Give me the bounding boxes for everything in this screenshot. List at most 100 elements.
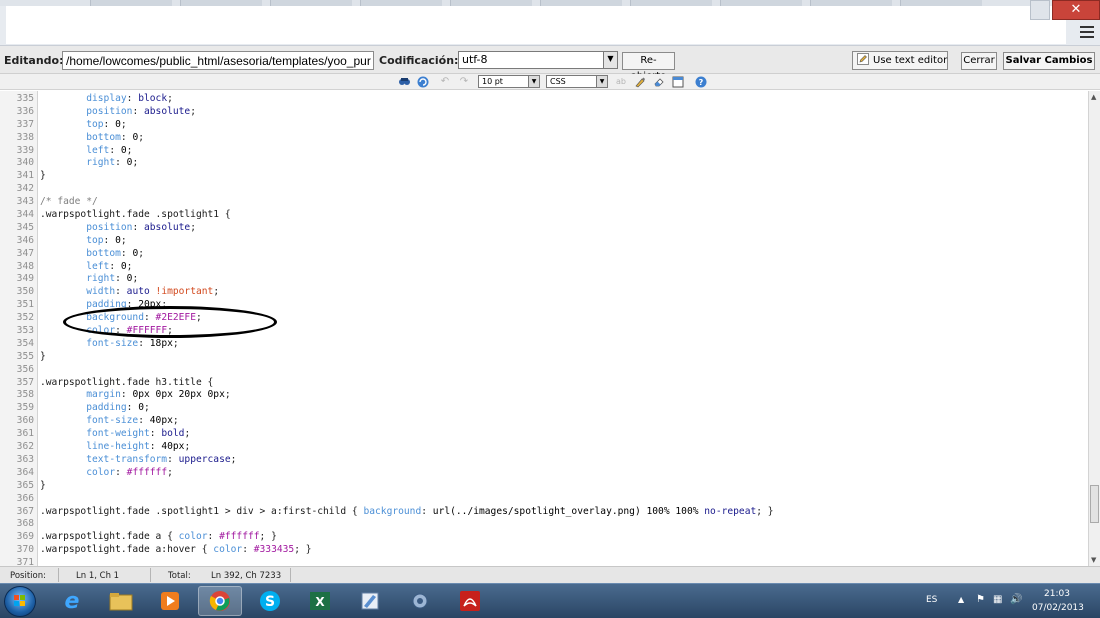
code-line[interactable]: 347 bottom: 0; [0, 248, 1088, 261]
code-token: font-size [86, 415, 139, 427]
code-line[interactable]: 350 width: auto !important; [0, 286, 1088, 299]
code-line[interactable]: 363 text-transform: uppercase; [0, 454, 1088, 467]
code-line[interactable]: 342 [0, 183, 1088, 196]
reopen-button[interactable]: Re-abierto [622, 52, 675, 82]
menu-icon[interactable] [1080, 26, 1094, 38]
windows-logo-icon [14, 595, 25, 606]
code-line[interactable]: 345 position: absolute; [0, 222, 1088, 235]
code-token: .warpspotlight.fade .spotlight1 [40, 209, 225, 221]
show-hidden-icons[interactable]: ▲ [958, 595, 964, 604]
folder-icon [109, 593, 133, 611]
font-size-select[interactable]: 10 pt ▼ [478, 75, 540, 88]
vertical-scrollbar[interactable]: ▲ ▼ [1088, 91, 1100, 566]
code-line[interactable]: 346 top: 0; [0, 235, 1088, 248]
code-line[interactable]: 338 bottom: 0; [0, 132, 1088, 145]
code-line[interactable]: 368 [0, 518, 1088, 531]
undo-icon[interactable]: ↶ [438, 75, 452, 88]
scroll-down-icon[interactable]: ▼ [1091, 556, 1096, 564]
code-line[interactable]: 364 color: #ffffff; [0, 467, 1088, 480]
code-line[interactable]: 354 font-size: 18px; [0, 338, 1088, 351]
line-number: 359 [16, 402, 34, 414]
code-line[interactable]: 344 .warpspotlight.fade .spotlight1 { [0, 209, 1088, 222]
code-token: ; } [756, 505, 774, 517]
code-line[interactable]: 336 position: absolute; [0, 106, 1088, 119]
internet-explorer-taskbar-button[interactable]: e [50, 586, 94, 616]
code-line[interactable]: 362 line-height: 40px; [0, 441, 1088, 454]
flag-icon[interactable]: ⚑ [976, 594, 985, 605]
use-text-editor-button[interactable]: Use text editor [852, 51, 948, 70]
encoding-select[interactable]: utf-8 ▼ [458, 51, 618, 69]
code-line[interactable]: 348 left: 0; [0, 261, 1088, 274]
help-icon[interactable]: ? [694, 75, 708, 88]
chrome-taskbar-button[interactable] [198, 586, 242, 616]
line-number: 337 [16, 118, 34, 130]
start-button[interactable] [4, 586, 36, 617]
code-line[interactable]: 361 font-weight: bold; [0, 428, 1088, 441]
scroll-up-icon[interactable]: ▲ [1091, 93, 1096, 101]
clock-time[interactable]: 21:03 [1044, 589, 1070, 599]
line-number: 336 [16, 105, 34, 117]
code-line[interactable]: 366 [0, 493, 1088, 506]
clean-icon[interactable] [633, 75, 647, 88]
code-line[interactable]: 370 .warpspotlight.fade a:hover { color: … [0, 544, 1088, 557]
skype-taskbar-button[interactable]: S [248, 586, 292, 616]
code-line[interactable]: 335 display: block; [0, 93, 1088, 106]
code-line[interactable]: 357 .warpspotlight.fade h3.title { [0, 377, 1088, 390]
media-player-taskbar-button[interactable] [148, 586, 192, 616]
code-token: url(../images/spotlight_overlay.png) 100… [432, 505, 705, 517]
close-button[interactable]: Cerrar [961, 52, 997, 70]
line-number: 343 [16, 196, 34, 208]
search-icon[interactable] [397, 75, 411, 88]
code-line[interactable]: 360 font-size: 40px; [0, 415, 1088, 428]
language-indicator[interactable]: ES [926, 595, 937, 605]
scrollbar-thumb[interactable] [1090, 485, 1099, 523]
notepad-taskbar-button[interactable] [348, 586, 392, 616]
redo-icon[interactable]: ↷ [457, 75, 471, 88]
volume-icon[interactable]: 🔊 [1010, 594, 1022, 605]
file-path-field[interactable]: /home/lowcomes/public_html/asesoria/temp… [62, 51, 374, 70]
file-explorer-taskbar-button[interactable] [99, 586, 143, 616]
code-line[interactable]: 349 right: 0; [0, 273, 1088, 286]
spellcheck-icon[interactable]: ab [614, 75, 628, 88]
network-icon[interactable]: ▦ [993, 594, 1002, 605]
clock-date[interactable]: 07/02/2013 [1032, 603, 1084, 613]
save-changes-button[interactable]: Salvar Cambios [1003, 52, 1095, 70]
code-line[interactable]: 356 [0, 364, 1088, 377]
code-token: #ffffff [219, 531, 260, 543]
code-line[interactable]: 369 .warpspotlight.fade a { color: #fffff… [0, 531, 1088, 544]
code-line[interactable]: 355} [0, 351, 1088, 364]
code-line[interactable]: 365} [0, 480, 1088, 493]
acrobat-taskbar-button[interactable] [448, 586, 492, 616]
code-token: : [207, 531, 220, 543]
line-number: 342 [16, 183, 34, 195]
window-maximize-button[interactable] [1030, 0, 1050, 20]
code-line[interactable]: 358 margin: 0px 0px 20px 0px; [0, 389, 1088, 402]
code-line[interactable]: 341} [0, 170, 1088, 183]
code-line[interactable]: 371 [0, 557, 1088, 566]
code-line[interactable]: 340 right: 0; [0, 157, 1088, 170]
code-token: } [40, 479, 46, 491]
fullscreen-icon[interactable] [671, 75, 685, 88]
refresh-icon[interactable] [416, 75, 430, 88]
code-line[interactable]: 337 top: 0; [0, 119, 1088, 132]
control-panel-taskbar-button[interactable] [398, 586, 442, 616]
chevron-down-icon: ▼ [596, 76, 607, 87]
code-line[interactable]: 339 left: 0; [0, 145, 1088, 158]
code-line[interactable]: 343 /* fade */ [0, 196, 1088, 209]
code-editor[interactable]: 335 display: block; 336 position: absolut… [0, 91, 1100, 566]
code-token: ; [126, 260, 133, 272]
excel-taskbar-button[interactable]: X [298, 586, 342, 616]
window-close-button[interactable]: ✕ [1052, 0, 1100, 20]
code-line[interactable]: 367 .warpspotlight.fade .spotlight1 > div… [0, 506, 1088, 519]
code-token: { [201, 544, 214, 556]
code-token: ; [167, 466, 173, 478]
code-token: ; } [294, 544, 312, 556]
syntax-select[interactable]: CSS ▼ [546, 75, 608, 88]
code-line[interactable]: 359 padding: 0; [0, 402, 1088, 415]
encoding-label: Codificación: [379, 54, 459, 67]
eraser-icon[interactable] [652, 75, 666, 88]
